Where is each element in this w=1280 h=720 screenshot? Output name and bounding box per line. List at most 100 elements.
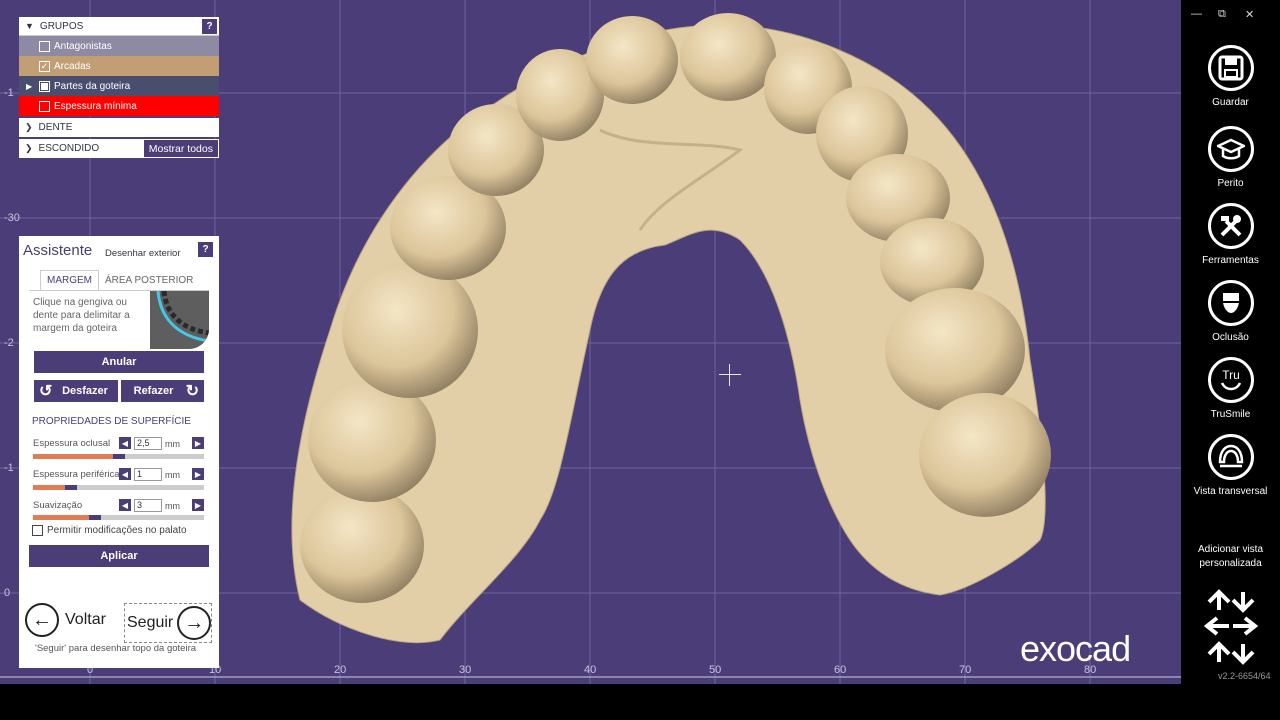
cross-section-label: Vista transversal: [1193, 486, 1268, 497]
decrease-button[interactable]: ◀: [119, 468, 131, 480]
occlusion-label: Oclusão: [1212, 332, 1249, 343]
trusmile-button[interactable]: Tru TruSmile: [1181, 357, 1280, 420]
increase-button[interactable]: ▶: [192, 437, 204, 449]
cross-section-button[interactable]: Vista transversal: [1181, 434, 1280, 497]
save-icon: [1207, 45, 1254, 91]
group-row-antagonistas[interactable]: Antagonistas: [19, 36, 219, 56]
group-label: Partes da goteira: [54, 80, 131, 92]
graduation-cap-icon: [1207, 126, 1254, 172]
tab-area-posterior[interactable]: ÁREA POSTERIOR: [105, 270, 193, 290]
redo-button[interactable]: Refazer ↻: [121, 380, 204, 402]
undo-button[interactable]: ↺ Desfazer: [34, 380, 118, 402]
slider-fill: [33, 454, 113, 459]
expand-triangle-icon[interactable]: ▶: [26, 82, 32, 91]
group-label: Arcadas: [54, 60, 91, 72]
save-button[interactable]: Guardar: [1181, 45, 1280, 108]
redo-label: Refazer: [133, 385, 174, 397]
checkbox[interactable]: [32, 525, 43, 536]
chevron-down-icon: ▼: [25, 21, 34, 31]
decrease-button[interactable]: ◀: [119, 437, 131, 449]
increase-button[interactable]: ▶: [192, 499, 204, 511]
add-custom-view-button[interactable]: Adicionar vista personalizada: [1181, 543, 1280, 571]
checkbox[interactable]: [39, 40, 50, 52]
svg-text:Tru: Tru: [1222, 368, 1240, 382]
surface-properties-title: PROPRIEDADES DE SUPERFÍCIE: [32, 416, 191, 427]
increase-button[interactable]: ▶: [192, 468, 204, 480]
smoothing-slider[interactable]: [33, 515, 204, 520]
chevron-right-icon: ❯: [25, 122, 33, 132]
unit-label: mm: [165, 501, 180, 511]
prop-label: Espessura periférica: [33, 469, 120, 480]
section-dente[interactable]: ❯ DENTE: [19, 118, 219, 137]
tooth: [342, 262, 478, 398]
checkbox-partial[interactable]: [39, 80, 50, 92]
groups-panel: ▼ GRUPOS ? Antagonistas ✓ Arcadas ▶ Part…: [19, 17, 219, 158]
tooth: [586, 16, 678, 104]
exocad-logo: exocad: [1020, 628, 1131, 669]
slider-knob[interactable]: [65, 485, 77, 490]
group-row-arcadas[interactable]: ✓ Arcadas: [19, 56, 219, 76]
assistant-subtitle: Desenhar exterior: [105, 248, 181, 259]
version-label: v2.2-6654/64: [1218, 671, 1271, 681]
redo-icon: ↻: [185, 383, 199, 400]
tooth: [885, 288, 1025, 412]
undo-label: Desfazer: [62, 385, 108, 397]
show-all-button[interactable]: Mostrar todos: [143, 140, 218, 157]
apply-button[interactable]: Aplicar: [29, 545, 209, 567]
checkbox[interactable]: [39, 100, 50, 112]
back-button[interactable]: ← Voltar: [25, 603, 106, 637]
arrow-left-icon: ←: [25, 603, 59, 637]
slider-knob[interactable]: [113, 454, 125, 459]
restore-icon[interactable]: ⧉: [1218, 8, 1226, 21]
occlusion-button[interactable]: Oclusão: [1181, 280, 1280, 343]
peripheral-thickness-slider[interactable]: [33, 485, 204, 490]
tools-label: Ferramentas: [1202, 255, 1259, 266]
group-label: Antagonistas: [54, 40, 112, 52]
palate-modification-option[interactable]: Permitir modificações no palato: [32, 525, 187, 536]
checkbox-checked[interactable]: ✓: [39, 60, 50, 72]
prop-label: Suavização: [33, 500, 83, 511]
trusmile-label: TruSmile: [1210, 409, 1251, 420]
undo-icon: ↺: [39, 383, 53, 400]
slider-fill: [33, 485, 65, 490]
expert-button[interactable]: Perito: [1181, 126, 1280, 189]
group-row-espessura-minima[interactable]: Espessura mínima: [19, 96, 219, 116]
smoothing-input[interactable]: 3: [134, 499, 162, 512]
minimize-icon[interactable]: —: [1191, 8, 1202, 20]
view-navigation-arrows[interactable]: [1203, 586, 1259, 666]
section-escondido[interactable]: ❯ ESCONDIDO Mostrar todos: [19, 139, 219, 158]
unit-label: mm: [165, 470, 180, 480]
oclusal-thickness-slider[interactable]: [33, 454, 204, 459]
instruction-text: Clique na gengiva ou dente para delimita…: [33, 297, 130, 334]
tools-button[interactable]: Ferramentas: [1181, 203, 1280, 266]
save-label: Guardar: [1212, 97, 1249, 108]
tab-margem[interactable]: MARGEM: [40, 270, 99, 290]
next-step-hint: 'Seguir' para desenhar topo da goteira: [35, 643, 197, 654]
anular-button[interactable]: Anular: [34, 351, 204, 373]
margin-preview-image: [150, 291, 209, 349]
next-button[interactable]: Seguir →: [124, 603, 213, 643]
slider-knob[interactable]: [89, 515, 101, 520]
tooth: [300, 487, 424, 603]
help-button[interactable]: ?: [198, 242, 213, 257]
oclusal-thickness-input[interactable]: 2,5: [134, 437, 162, 450]
3d-viewport[interactable]: 0 10 20 30 40 50 60 70 80 -1 -30 -2 -1 0: [0, 0, 1181, 684]
section-escondido-label: ESCONDIDO: [38, 143, 100, 154]
decrease-button[interactable]: ◀: [119, 499, 131, 511]
peripheral-thickness-input[interactable]: 1: [134, 468, 162, 481]
crosshair-cursor: [719, 364, 741, 386]
cross-section-icon: [1207, 434, 1254, 480]
help-button[interactable]: ?: [202, 18, 217, 34]
next-label: Seguir: [127, 614, 174, 631]
palate-modification-label: Permitir modificações no palato: [47, 525, 187, 536]
close-icon[interactable]: ✕: [1245, 8, 1254, 21]
slider-fill: [33, 515, 89, 520]
group-row-partes-goteira[interactable]: ▶ Partes da goteira: [19, 76, 219, 96]
chevron-right-icon: ❯: [25, 143, 33, 153]
tooth: [919, 393, 1051, 517]
back-label: Voltar: [65, 611, 106, 628]
expert-label: Perito: [1217, 178, 1244, 189]
groups-header[interactable]: ▼ GRUPOS ?: [19, 17, 219, 36]
arrow-right-icon: →: [177, 606, 212, 640]
assistant-title: Assistente: [23, 242, 93, 259]
